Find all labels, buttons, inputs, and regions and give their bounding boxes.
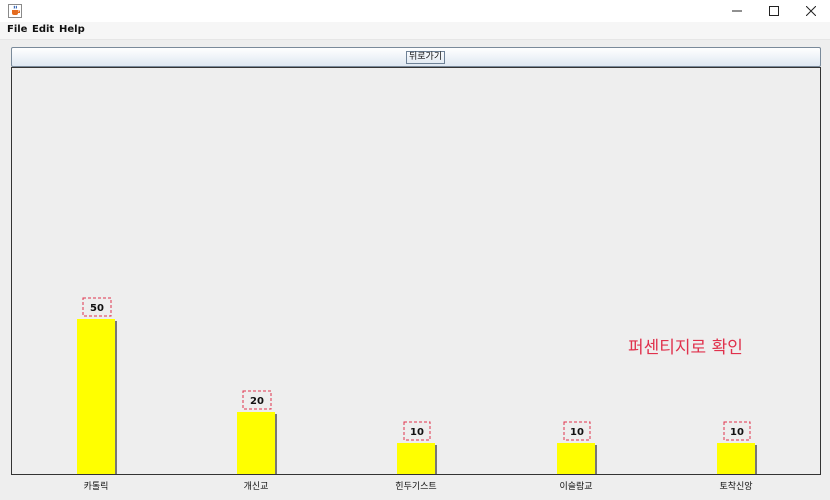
back-button[interactable]: 뒤로가기 xyxy=(11,47,821,67)
menu-bar: File Edit Help xyxy=(0,22,830,40)
percentage-caption: 퍼센티지로 확인 xyxy=(628,338,743,358)
title-bar xyxy=(0,0,830,22)
minimize-icon xyxy=(732,6,742,16)
maximize-button[interactable] xyxy=(755,0,793,22)
bar xyxy=(237,412,275,474)
chart-panel: 50 20 10 10 10 xyxy=(11,67,821,475)
menu-help[interactable]: Help xyxy=(59,24,85,35)
bar-value-label: 10 xyxy=(410,427,424,438)
bar-shadow xyxy=(275,414,277,474)
bar-shadow xyxy=(435,445,437,474)
bar-chart: 50 20 10 10 10 xyxy=(77,297,757,474)
menu-file[interactable]: File xyxy=(7,24,27,35)
category-label: 카톨릭 xyxy=(84,480,109,492)
bar xyxy=(557,443,595,474)
minimize-button[interactable] xyxy=(718,0,756,22)
bar xyxy=(77,319,115,474)
category-label: 이슬람교 xyxy=(559,480,592,492)
bar-value-label: 10 xyxy=(730,427,744,438)
category-labels: 카톨릭 개신교 힌두기스트 이슬람교 토착신앙 xyxy=(84,480,753,492)
bar xyxy=(717,443,755,474)
bar-shadow xyxy=(755,445,757,474)
content-pane: 뒤로가기 50 20 10 10 10 퍼센티지로 확인 카톨릭 개신교 힌두기스트 이슬람교… xyxy=(0,40,830,500)
back-button-label: 뒤로가기 xyxy=(406,51,446,64)
maximize-icon xyxy=(769,6,779,16)
bar-value-label: 10 xyxy=(570,427,584,438)
bar-shadow xyxy=(115,321,117,474)
bar-shadow xyxy=(595,445,597,474)
java-cup-icon xyxy=(8,3,22,18)
bar-value-label: 50 xyxy=(90,303,104,314)
menu-edit[interactable]: Edit xyxy=(32,24,54,35)
close-icon xyxy=(806,6,816,16)
bar xyxy=(397,443,435,474)
category-label: 힌두기스트 xyxy=(395,480,436,492)
category-label: 토착신앙 xyxy=(719,480,752,492)
close-button[interactable] xyxy=(792,0,830,22)
bar-value-label: 20 xyxy=(250,396,264,407)
category-label: 개신교 xyxy=(244,481,269,492)
